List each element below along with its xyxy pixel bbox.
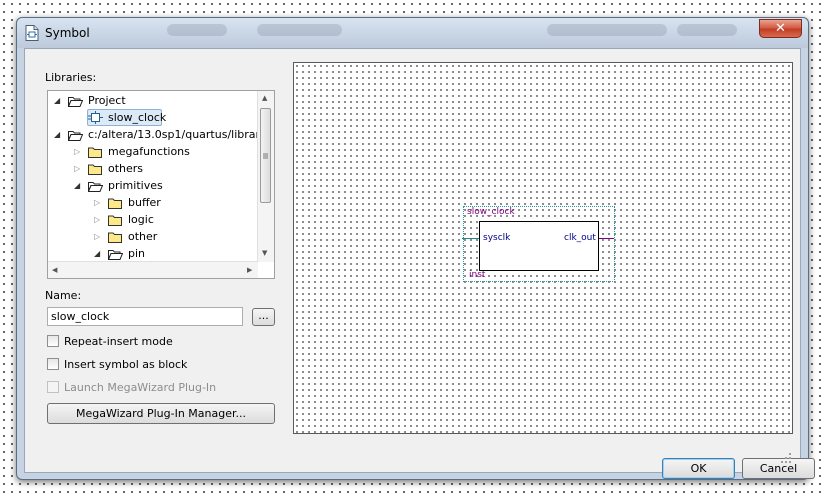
launch-megawizard-checkbox	[47, 381, 59, 393]
tree-item-label: megafunctions	[108, 145, 190, 158]
tree-item[interactable]: ▷ other	[48, 228, 258, 245]
collapse-arrow-icon[interactable]: ◢	[54, 92, 63, 109]
tree-item-label: primitives	[108, 179, 163, 192]
input-pin-line	[462, 238, 479, 239]
folder-open-icon	[67, 129, 84, 141]
tree-item[interactable]: ◢ pin	[48, 245, 258, 262]
tree-item[interactable]: slow_clock	[48, 109, 258, 126]
scroll-up-icon[interactable]: ▲	[262, 94, 267, 102]
repeat-insert-label: Repeat-insert mode	[64, 335, 173, 348]
expand-arrow-icon[interactable]: ▷	[74, 160, 83, 177]
libraries-label: Libraries:	[45, 71, 97, 84]
collapse-arrow-icon[interactable]: ◢	[94, 245, 103, 262]
tree-item[interactable]: ▷ logic	[48, 211, 258, 228]
expand-arrow-icon[interactable]: ▷	[94, 211, 103, 228]
dialog-client-area: Libraries: ◢ Project slow_clock ◢ c:/altera/…	[24, 48, 815, 479]
scroll-thumb[interactable]	[260, 108, 271, 203]
tree-item-label: logic	[128, 213, 154, 226]
expand-arrow-icon[interactable]: ▷	[94, 228, 103, 245]
tree-item[interactable]: ▷ buffer	[48, 194, 258, 211]
close-button[interactable]: ✕	[759, 19, 802, 38]
tree-item[interactable]: ▷ megafunctions	[48, 143, 258, 160]
instance-label: inst	[469, 270, 486, 280]
folder-icon	[88, 146, 103, 158]
expand-arrow-icon[interactable]: ▷	[94, 194, 103, 211]
megawizard-manager-button[interactable]: MegaWizard Plug-In Manager...	[47, 403, 275, 424]
scroll-left-icon[interactable]: ◀	[52, 266, 57, 274]
tree-item[interactable]: ◢ c:/altera/13.0sp1/quartus/libraries/	[48, 126, 274, 143]
tree-item[interactable]: ▷ others	[48, 160, 258, 177]
libraries-tree[interactable]: ◢ Project slow_clock ◢ c:/altera/13.0sp1/qua…	[47, 90, 275, 279]
symbol-dialog: Symbol ✕ Libraries: ◢ Project slow_clock ◢ c…	[16, 17, 815, 480]
background-blur	[257, 24, 342, 36]
tree-item-label: slow_clock	[108, 111, 167, 124]
scroll-down-icon[interactable]: ▼	[262, 249, 267, 257]
output-port-label: clk_out	[564, 233, 596, 243]
symbol-name-label: slow_clock	[467, 207, 515, 217]
expand-arrow-icon[interactable]: ▷	[74, 143, 83, 160]
symbol-icon	[88, 111, 103, 124]
browse-button[interactable]: ...	[252, 308, 275, 326]
name-label: Name:	[45, 289, 82, 302]
tree-item-label: other	[128, 230, 158, 243]
output-pin-line	[599, 238, 614, 239]
tree-item-label: pin	[128, 247, 146, 260]
close-icon: ✕	[775, 21, 786, 36]
collapse-arrow-icon[interactable]: ◢	[54, 126, 63, 143]
input-port-label: sysclk	[483, 233, 511, 243]
folder-icon	[108, 197, 123, 209]
insert-as-block-checkbox[interactable]	[47, 358, 59, 370]
folder-open-icon	[67, 95, 84, 107]
symbol-preview-canvas[interactable]: slow_clock sysclk clk_out inst	[293, 62, 793, 434]
folder-icon	[88, 163, 103, 175]
window-title: Symbol	[45, 26, 90, 40]
resize-grip-icon[interactable]	[781, 453, 791, 463]
background-blur	[547, 24, 667, 36]
tree-item-label: Project	[88, 94, 126, 107]
name-input[interactable]: slow_clock	[47, 307, 243, 326]
grip-icon	[263, 153, 268, 159]
cancel-button[interactable]: Cancel	[742, 458, 815, 479]
tree-item[interactable]: ◢ Project	[48, 92, 258, 109]
folder-icon	[108, 214, 123, 226]
symbol-body[interactable]	[479, 221, 599, 271]
tree-item-label: others	[108, 162, 144, 175]
tree-item-label: buffer	[128, 196, 161, 209]
ok-button[interactable]: OK	[662, 458, 735, 479]
tree-item-label: c:/altera/13.0sp1/quartus/libraries/	[88, 128, 275, 141]
tree-horizontal-scrollbar[interactable]: ◀ ▶	[48, 261, 258, 278]
insert-as-block-label: Insert symbol as block	[64, 358, 188, 371]
repeat-insert-checkbox[interactable]	[47, 335, 59, 347]
folder-open-icon	[87, 180, 104, 192]
background-blur	[167, 24, 227, 36]
scroll-right-icon[interactable]: ▶	[247, 266, 252, 274]
tree-vertical-scrollbar[interactable]: ▲ ▼	[257, 91, 274, 262]
title-bar[interactable]: Symbol ✕	[17, 18, 808, 48]
background-blur	[677, 24, 737, 36]
collapse-arrow-icon[interactable]: ◢	[74, 177, 83, 194]
symbol-app-icon	[25, 25, 39, 41]
folder-icon	[108, 231, 123, 243]
tree-item[interactable]: ◢ primitives	[48, 177, 258, 194]
folder-open-icon	[107, 248, 124, 260]
launch-megawizard-label: Launch MegaWizard Plug-In	[64, 381, 217, 394]
